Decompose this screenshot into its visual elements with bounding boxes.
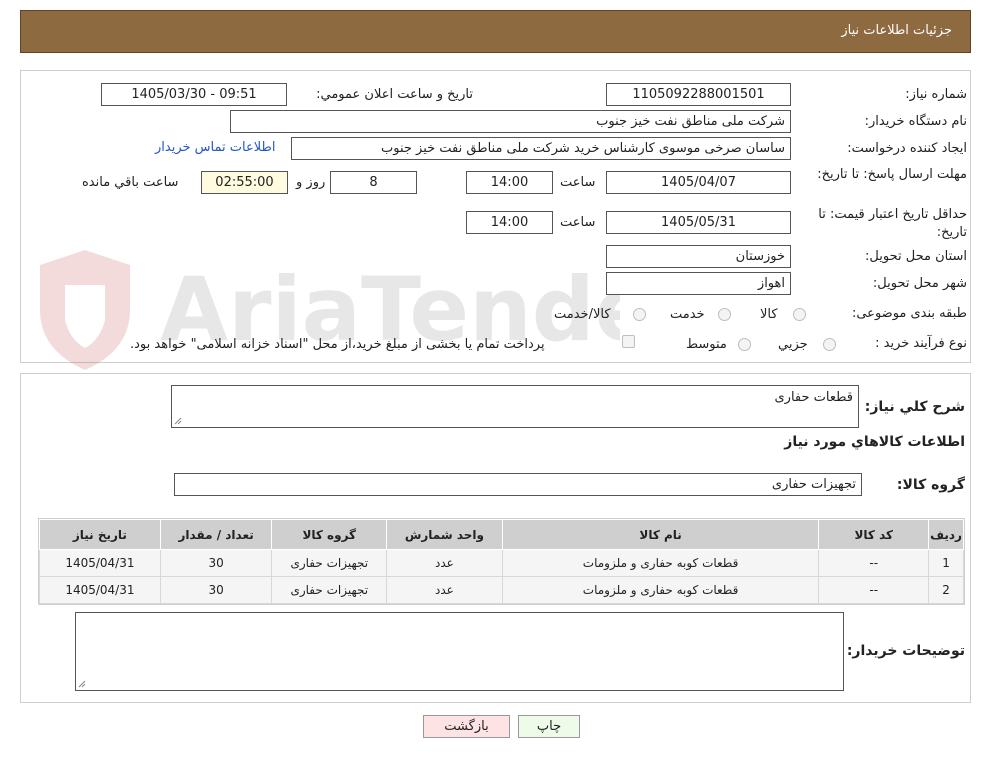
cell-code: --: [818, 576, 930, 604]
buyer-notes-textarea[interactable]: [75, 612, 844, 691]
resize-grip-icon[interactable]: [174, 417, 182, 425]
creator-label: ايجاد کننده درخواست:: [847, 141, 967, 156]
process-minor-label: جزيي: [778, 337, 808, 352]
goods-group-label: گروه کالا:: [896, 477, 965, 493]
col-header-need-date: تاريخ نياز: [39, 519, 161, 550]
cell-quantity: 30: [159, 549, 273, 577]
general-desc-value: قطعات حفاری: [774, 390, 853, 405]
reply-time-field: 14:00: [466, 171, 553, 194]
goods-info-title: اطلاعات کالاهاي مورد نياز: [784, 434, 965, 450]
cell-need-date: 1405/04/31: [39, 549, 161, 577]
reply-date-field: 1405/04/07: [606, 171, 791, 194]
validity-label: حداقل تاريخ اعتبار قيمت: تا تاريخ:: [818, 207, 967, 240]
province-field: خوزستان: [606, 245, 791, 268]
category-service-radio[interactable]: [718, 308, 731, 321]
category-goods-label: کالا: [760, 307, 778, 322]
buyer-label: نام دستگاه خريدار:: [864, 114, 967, 129]
city-label: شهر محل تحويل:: [872, 276, 967, 291]
print-button[interactable]: چاپ: [518, 715, 580, 738]
province-label: استان محل تحويل:: [865, 249, 967, 264]
days-label: روز و: [296, 175, 326, 190]
page-title: جزئیات اطلاعات نیاز: [841, 23, 952, 38]
category-goods-service-radio[interactable]: [633, 308, 646, 321]
cell-quantity: 30: [159, 576, 273, 604]
creator-field: ساسان صرخی موسوی کارشناس خرید شرکت ملی م…: [291, 137, 791, 160]
validity-time-field: 14:00: [466, 211, 553, 234]
table-row: 2 -- قطعات کوبه حفاری و ملزومات عدد تجهی…: [39, 576, 964, 604]
category-service-label: خدمت: [670, 307, 705, 322]
cell-code: --: [818, 549, 930, 577]
remaining-label: ساعت باقي مانده: [82, 175, 179, 190]
treasury-payment-label: پرداخت تمام يا بخشی از مبلغ خريد،از محل …: [130, 337, 545, 352]
process-label: نوع فرآيند خريد :: [875, 336, 967, 351]
cell-row-number: 1: [928, 549, 964, 577]
process-medium-radio[interactable]: [738, 338, 751, 351]
reply-deadline-label: مهلت ارسال پاسخ: تا تاريخ:: [817, 167, 967, 182]
resize-grip-icon[interactable]: [78, 680, 86, 688]
process-minor-radio[interactable]: [823, 338, 836, 351]
col-header-quantity: تعداد / مقدار: [159, 519, 273, 550]
col-header-name: نام کالا: [501, 519, 820, 550]
goods-table: رديف کد کالا نام کالا واحد شمارش گروه کا…: [39, 519, 964, 604]
buyer-field: شرکت ملی مناطق نفت خیز جنوب: [230, 110, 791, 133]
need-number-label: شماره نیاز:: [905, 87, 967, 102]
col-header-row-number: رديف: [928, 519, 964, 550]
days-field: 8: [330, 171, 417, 194]
back-button[interactable]: بازگشت: [423, 715, 510, 738]
announce-label: تاریخ و ساعت اعلان عمومي:: [316, 87, 473, 102]
category-goods-service-label: کالا/خدمت: [554, 307, 611, 322]
remaining-time-field: 02:55:00: [201, 171, 288, 194]
buyer-notes-label: توضيحات خريدار:: [846, 643, 965, 659]
cell-unit: عدد: [386, 549, 503, 577]
col-header-unit: واحد شمارش: [386, 519, 503, 550]
buyer-contact-link[interactable]: اطلاعات تماس خريدار: [155, 140, 275, 155]
cell-row-number: 2: [928, 576, 964, 604]
goods-table-wrapper: رديف کد کالا نام کالا واحد شمارش گروه کا…: [38, 518, 965, 605]
process-medium-label: متوسط: [686, 337, 727, 352]
cell-need-date: 1405/04/31: [39, 576, 161, 604]
treasury-payment-checkbox[interactable]: [622, 335, 635, 348]
table-row: 1 -- قطعات کوبه حفاری و ملزومات عدد تجهی…: [39, 549, 964, 577]
general-desc-label: شرح کلي نياز:: [864, 399, 965, 415]
validity-date-field: 1405/05/31: [606, 211, 791, 234]
general-desc-textarea[interactable]: قطعات حفاری: [171, 385, 859, 428]
category-label: طبقه بندی موضوعی:: [851, 306, 967, 321]
need-number-field: 1105092288001501: [606, 83, 791, 106]
table-header-row: رديف کد کالا نام کالا واحد شمارش گروه کا…: [39, 519, 964, 550]
cell-unit: عدد: [386, 576, 503, 604]
reply-time-label: ساعت: [560, 175, 596, 190]
city-field: اهواز: [606, 272, 791, 295]
cell-group: تجهیزات حفاری: [271, 576, 388, 604]
validity-time-label: ساعت: [560, 215, 596, 230]
cell-group: تجهیزات حفاری: [271, 549, 388, 577]
cell-name: قطعات کوبه حفاری و ملزومات: [501, 549, 820, 577]
goods-group-field: تجهیزات حفاری: [174, 473, 862, 496]
announce-field: 1405/03/30 - 09:51: [101, 83, 287, 106]
category-goods-radio[interactable]: [793, 308, 806, 321]
cell-name: قطعات کوبه حفاری و ملزومات: [501, 576, 820, 604]
col-header-code: کد کالا: [818, 519, 930, 550]
col-header-group: گروه کالا: [271, 519, 388, 550]
page-header: جزئیات اطلاعات نیاز: [20, 10, 971, 53]
